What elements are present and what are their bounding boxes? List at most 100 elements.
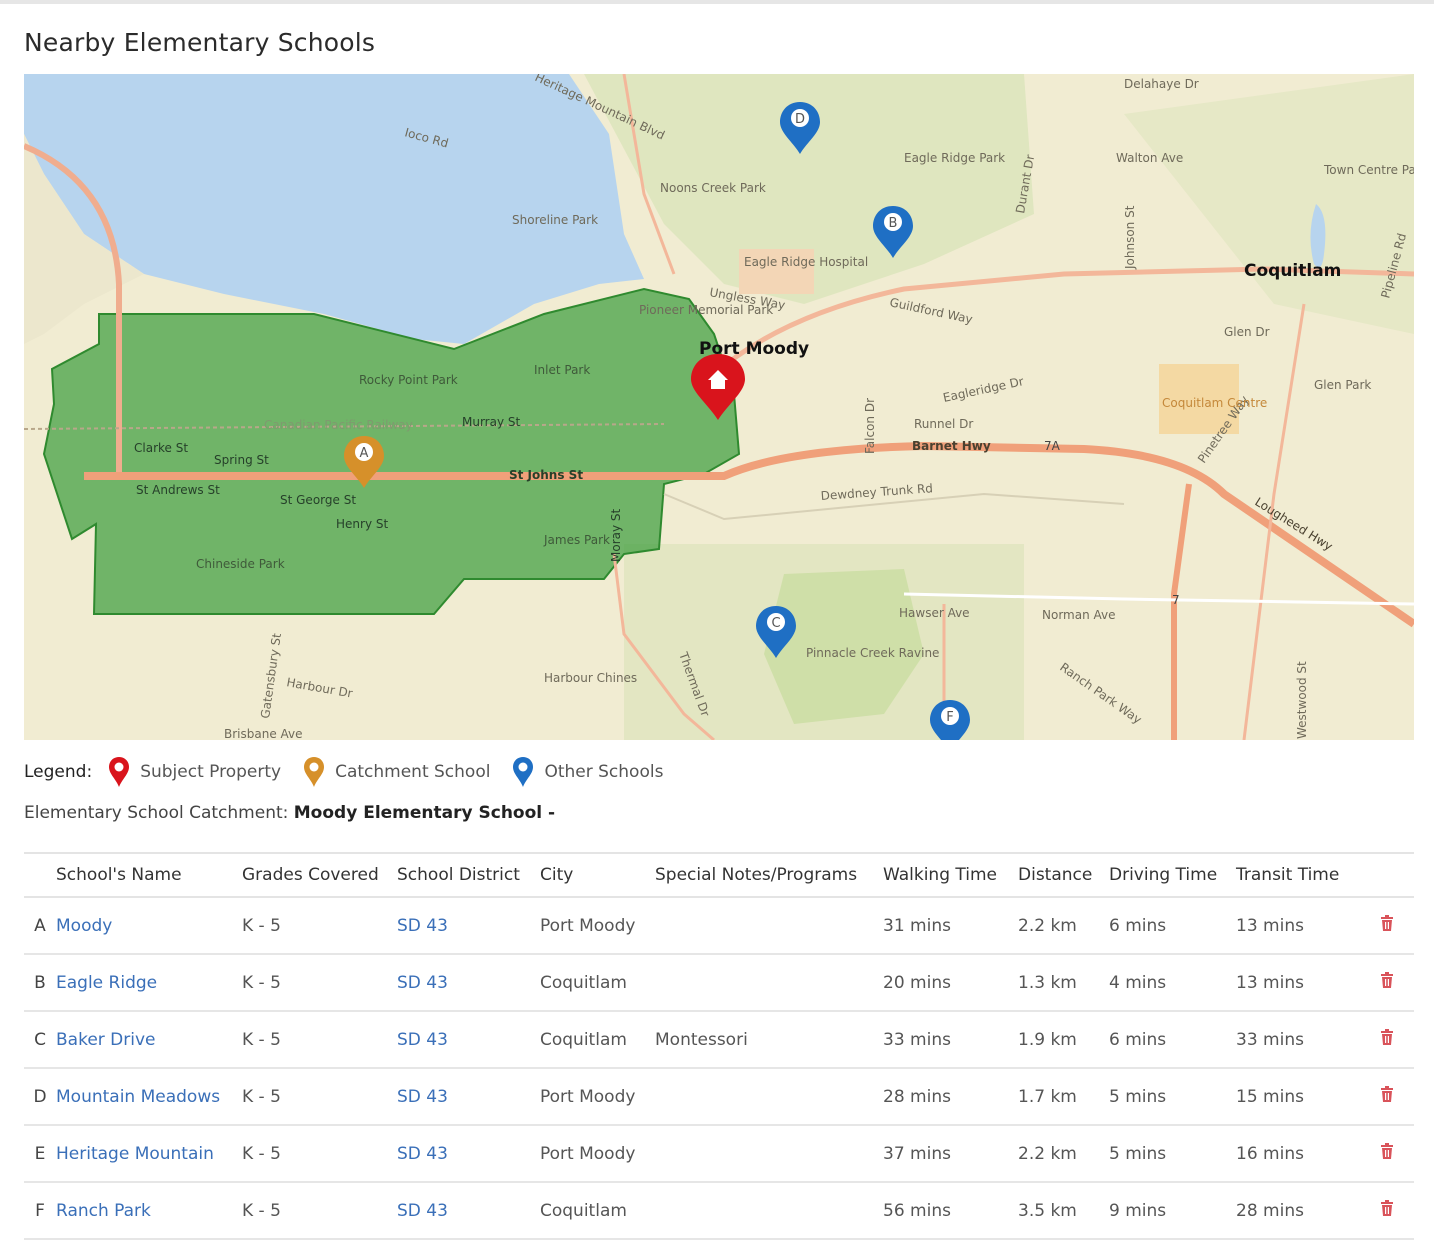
label-glen-dr: Glen Dr xyxy=(1224,325,1270,339)
header-distance[interactable]: Distance xyxy=(1018,852,1109,898)
label-coquitlam-centre: Coquitlam Centre xyxy=(1162,396,1267,410)
transit-time-cell: 13 mins xyxy=(1236,897,1360,955)
delete-button[interactable] xyxy=(1360,1182,1414,1240)
walking-time-cell: 31 mins xyxy=(883,897,1018,955)
header-school-name[interactable]: School's Name xyxy=(56,852,242,898)
header-letter xyxy=(24,852,56,898)
transit-time-cell: 16 mins xyxy=(1236,1125,1360,1183)
grades-cell: K - 5 xyxy=(242,1068,397,1126)
label-inlet-park: Inlet Park xyxy=(534,363,590,377)
driving-time-cell: 4 mins xyxy=(1109,954,1236,1012)
delete-button[interactable] xyxy=(1360,1125,1414,1183)
row-letter: B xyxy=(24,954,56,1012)
map-pin-orange-icon xyxy=(304,757,325,787)
distance-cell: 2.2 km xyxy=(1018,897,1109,955)
header-district[interactable]: School District xyxy=(397,852,540,898)
grades-cell: K - 5 xyxy=(242,897,397,955)
svg-text:A: A xyxy=(360,446,369,461)
label-pinnacle-creek-ravine: Pinnacle Creek Ravine xyxy=(806,646,939,660)
label-eagle-ridge-park: Eagle Ridge Park xyxy=(904,151,1005,165)
label-johnson-st: Johnson St xyxy=(1123,205,1137,270)
label-brisbane-ave: Brisbane Ave xyxy=(224,727,303,740)
driving-time-cell: 5 mins xyxy=(1109,1068,1236,1126)
map-pin-blue-icon xyxy=(513,757,534,787)
driving-time-cell: 6 mins xyxy=(1109,897,1236,955)
trash-icon xyxy=(1381,1143,1393,1159)
trash-icon xyxy=(1381,1200,1393,1216)
city-cell: Port Moody xyxy=(540,1125,655,1183)
header-city[interactable]: City xyxy=(540,852,655,898)
district-link[interactable]: SD 43 xyxy=(397,1182,540,1240)
schools-table: School's Name Grades Covered School Dist… xyxy=(24,852,1414,1240)
school-map[interactable]: Ioco Rd Heritage Mountain Blvd Shoreline… xyxy=(24,74,1414,740)
notes-cell xyxy=(655,954,883,1012)
header-grades[interactable]: Grades Covered xyxy=(242,852,397,898)
label-falcon-dr: Falcon Dr xyxy=(863,398,877,454)
label-runnel-dr: Runnel Dr xyxy=(914,417,973,431)
distance-cell: 1.7 km xyxy=(1018,1068,1109,1126)
walking-time-cell: 37 mins xyxy=(883,1125,1018,1183)
city-cell: Port Moody xyxy=(540,1068,655,1126)
label-st-johns-st: St Johns St xyxy=(509,468,583,482)
walking-time-cell: 56 mins xyxy=(883,1182,1018,1240)
table-row: F Ranch Park K - 5 SD 43 Coquitlam 56 mi… xyxy=(24,1182,1414,1240)
table-row: B Eagle Ridge K - 5 SD 43 Coquitlam 20 m… xyxy=(24,954,1414,1012)
school-name-link[interactable]: Mountain Meadows xyxy=(56,1068,242,1126)
label-harbour-chines: Harbour Chines xyxy=(544,671,637,685)
label-st-george-st: St George St xyxy=(280,493,356,507)
district-link[interactable]: SD 43 xyxy=(397,1068,540,1126)
svg-text:C: C xyxy=(771,616,780,631)
legend-label: Legend: xyxy=(24,762,93,782)
label-barnet-hwy: Barnet Hwy xyxy=(912,439,991,453)
row-letter: C xyxy=(24,1011,56,1069)
header-transit-time[interactable]: Transit Time xyxy=(1236,852,1360,898)
district-link[interactable]: SD 43 xyxy=(397,1011,540,1069)
delete-button[interactable] xyxy=(1360,1068,1414,1126)
distance-cell: 3.5 km xyxy=(1018,1182,1109,1240)
label-eagle-ridge-hospital: Eagle Ridge Hospital xyxy=(744,255,868,269)
header-walking-time[interactable]: Walking Time xyxy=(883,852,1018,898)
transit-time-cell: 15 mins xyxy=(1236,1068,1360,1126)
table-row: D Mountain Meadows K - 5 SD 43 Port Mood… xyxy=(24,1068,1414,1126)
district-link[interactable]: SD 43 xyxy=(397,954,540,1012)
label-spring-st: Spring St xyxy=(214,453,269,467)
header-driving-time[interactable]: Driving Time xyxy=(1109,852,1236,898)
map-legend: Legend: Subject Property Catchment Schoo… xyxy=(24,756,685,788)
header-notes[interactable]: Special Notes/Programs xyxy=(655,852,883,898)
district-link[interactable]: SD 43 xyxy=(397,897,540,955)
label-chineside-park: Chineside Park xyxy=(196,557,285,571)
distance-cell: 2.2 km xyxy=(1018,1125,1109,1183)
school-name-link[interactable]: Moody xyxy=(56,897,242,955)
school-name-link[interactable]: Eagle Ridge xyxy=(56,954,242,1012)
driving-time-cell: 9 mins xyxy=(1109,1182,1236,1240)
grades-cell: K - 5 xyxy=(242,1182,397,1240)
table-row: A Moody K - 5 SD 43 Port Moody 31 mins 2… xyxy=(24,897,1414,955)
legend-subject: Subject Property xyxy=(108,756,281,788)
catchment-info: Elementary School Catchment: Moody Eleme… xyxy=(24,803,555,823)
driving-time-cell: 5 mins xyxy=(1109,1125,1236,1183)
notes-cell xyxy=(655,1068,883,1126)
page-title: Nearby Elementary Schools xyxy=(24,28,376,57)
transit-time-cell: 33 mins xyxy=(1236,1011,1360,1069)
city-cell: Coquitlam xyxy=(540,1011,655,1069)
header-actions xyxy=(1360,852,1414,898)
school-name-link[interactable]: Ranch Park xyxy=(56,1182,242,1240)
label-coquitlam: Coquitlam xyxy=(1244,261,1341,281)
delete-button[interactable] xyxy=(1360,954,1414,1012)
school-name-link[interactable]: Baker Drive xyxy=(56,1011,242,1069)
city-cell: Coquitlam xyxy=(540,954,655,1012)
top-divider xyxy=(0,0,1434,4)
label-hawser-ave: Hawser Ave xyxy=(899,606,970,620)
delete-button[interactable] xyxy=(1360,1011,1414,1069)
label-james-park: James Park xyxy=(543,533,610,547)
catchment-school-name: Moody Elementary School - xyxy=(293,803,556,823)
label-moray-st: Moray St xyxy=(609,508,623,562)
notes-cell xyxy=(655,1125,883,1183)
delete-button[interactable] xyxy=(1360,897,1414,955)
grades-cell: K - 5 xyxy=(242,954,397,1012)
label-pioneer-memorial-park: Pioneer Memorial Park xyxy=(639,303,773,317)
district-link[interactable]: SD 43 xyxy=(397,1125,540,1183)
row-letter: E xyxy=(24,1125,56,1183)
school-name-link[interactable]: Heritage Mountain xyxy=(56,1125,242,1183)
map-canvas[interactable]: Ioco Rd Heritage Mountain Blvd Shoreline… xyxy=(24,74,1414,740)
